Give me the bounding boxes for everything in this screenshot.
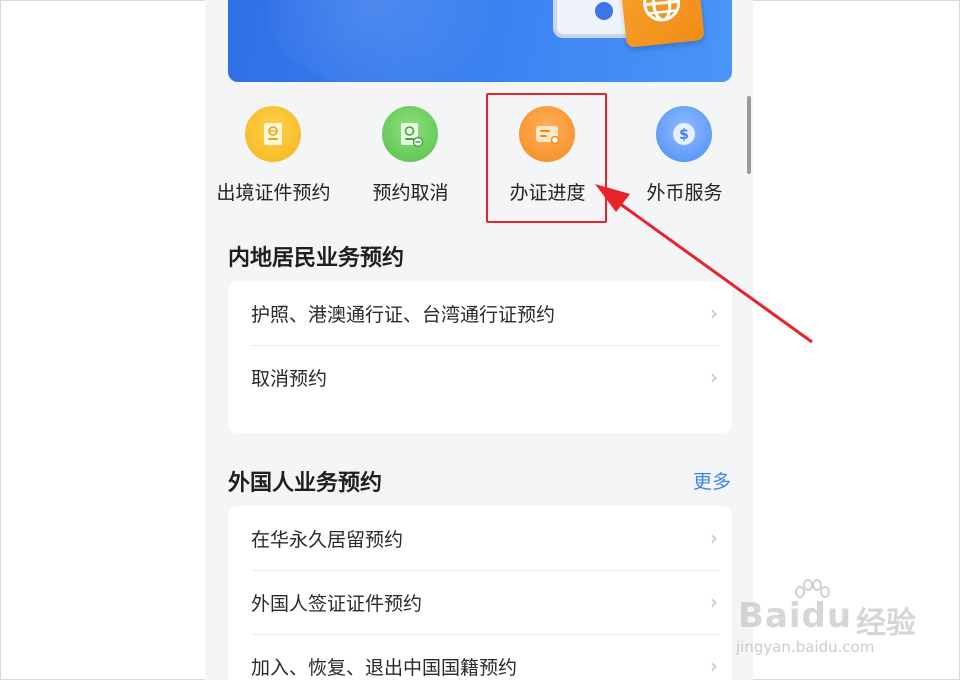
watermark-logo-cn: 经验 bbox=[856, 606, 916, 641]
watermark-logo-text: Baidu bbox=[738, 596, 853, 636]
baidu-jingyan-watermark: Baidu 经验 jingyan.baidu.com bbox=[732, 578, 932, 668]
watermark-url: jingyan.baidu.com bbox=[736, 638, 875, 656]
